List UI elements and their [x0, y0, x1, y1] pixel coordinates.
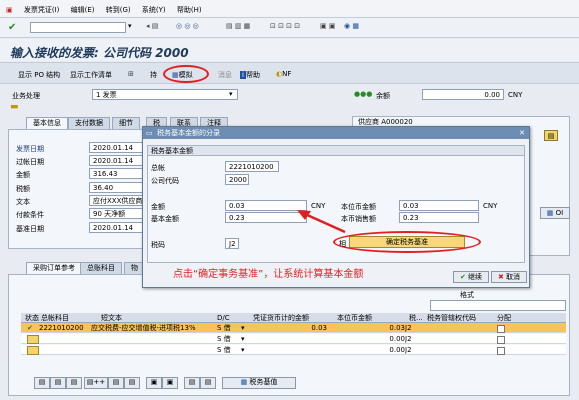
annotation-arrow [297, 210, 346, 234]
